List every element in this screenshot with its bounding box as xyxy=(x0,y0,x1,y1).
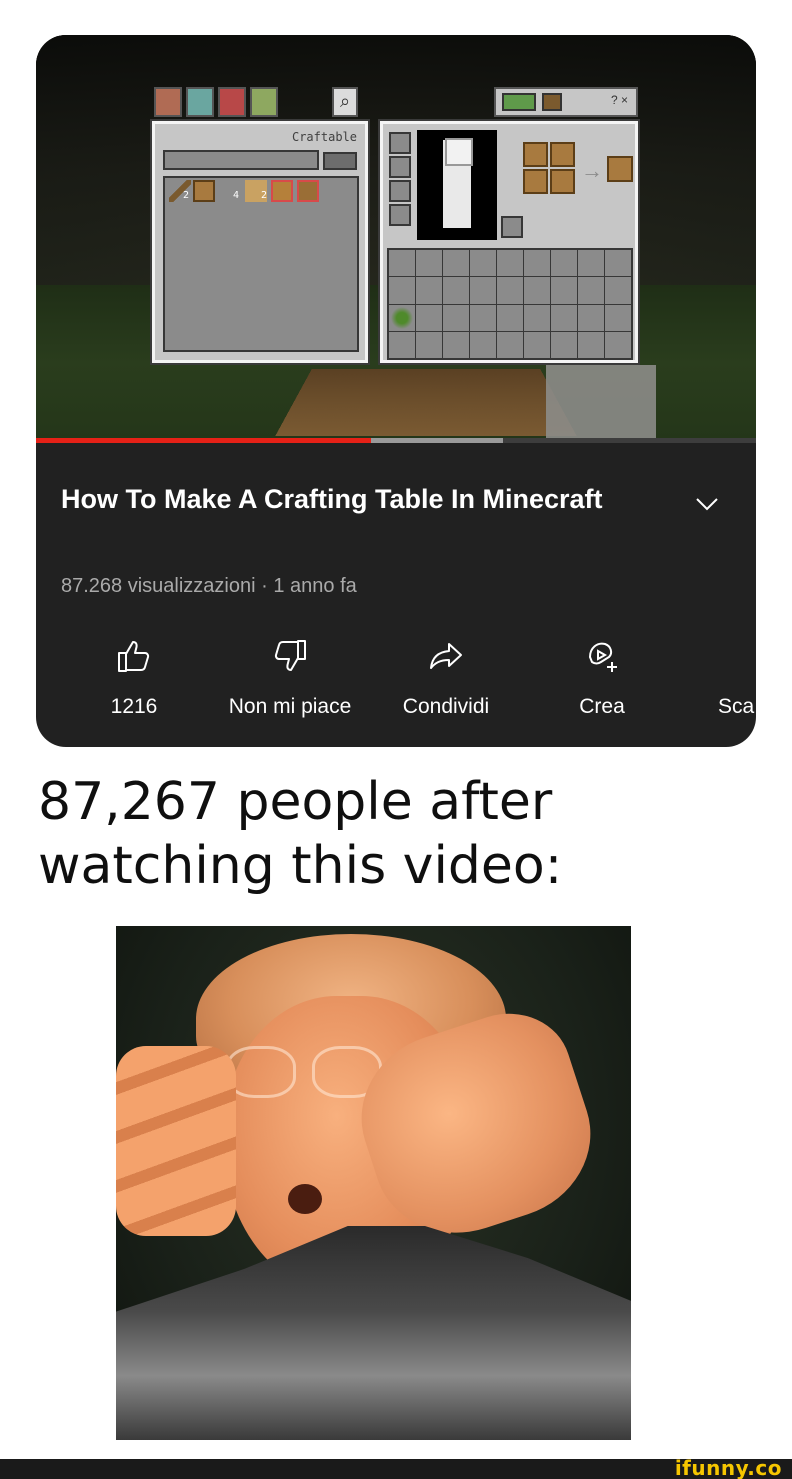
dislike-button[interactable]: Non mi piace xyxy=(210,635,370,719)
minecraft-creative-tabs: ⌕ xyxy=(154,87,358,117)
recipe-slots: 2 4 2 xyxy=(163,176,359,352)
like-count: 1216 xyxy=(110,695,158,718)
slot-count: 4 xyxy=(233,190,240,201)
craftable-toggle xyxy=(323,152,357,170)
create-icon xyxy=(588,642,617,672)
download-button[interactable]: Sca xyxy=(678,635,756,719)
slot-count: 2 xyxy=(183,190,190,201)
crafting-table-item-icon xyxy=(193,180,215,202)
video-meta: 87.268 visualizzazioni · 1 anno fa xyxy=(61,575,357,597)
reaction-left-hand xyxy=(116,1046,236,1236)
crafting-table-result-icon xyxy=(607,156,633,182)
offhand-slot-icon xyxy=(501,216,523,238)
armor-slots xyxy=(389,132,411,228)
misc-tab-icon xyxy=(250,87,278,117)
caption-line-1: 87,267 people after xyxy=(38,772,553,832)
video-title[interactable]: How To Make A Crafting Table In Minecraf… xyxy=(61,477,621,521)
tools-tab-icon xyxy=(186,87,214,117)
download-label: Sca xyxy=(718,695,755,718)
action-bar: 1216 Non mi piace Condividi Crea Sca xyxy=(36,635,756,735)
thumbnail-dirt-path xyxy=(275,369,577,437)
helmet-slot-icon xyxy=(389,132,411,154)
reaction-shirt xyxy=(116,1226,631,1440)
caption-line-2: watching this video: xyxy=(38,836,563,896)
create-button[interactable]: Crea xyxy=(522,635,682,719)
player-preview xyxy=(417,130,497,240)
mind-blown-reaction-image xyxy=(116,926,631,1440)
redstone-tab-icon xyxy=(218,87,246,117)
plank-slot xyxy=(550,169,575,194)
plank-slot xyxy=(550,142,575,167)
thumbnail-stone-block xyxy=(546,365,656,441)
chestplate-slot-icon xyxy=(389,156,411,178)
plank-slot xyxy=(523,169,548,194)
barrel-item-icon xyxy=(297,180,319,202)
gui-close-text: ? × xyxy=(610,93,628,107)
crafting-grid xyxy=(523,142,575,194)
sapling-item-icon xyxy=(389,304,415,331)
player-skin xyxy=(443,138,473,228)
slot-count: 2 xyxy=(261,190,268,201)
like-button[interactable]: 1216 xyxy=(54,635,214,719)
ifunny-watermark: ifunny.co xyxy=(674,1456,782,1479)
leggings-slot-icon xyxy=(389,180,411,202)
video-thumbnail[interactable]: ⌕ ? × Craftable 2 4 2 → xyxy=(36,35,756,441)
chevron-down-icon[interactable] xyxy=(691,488,723,520)
gui-title: Craftable xyxy=(291,130,357,144)
share-icon xyxy=(430,643,462,669)
boots-slot-icon xyxy=(389,204,411,226)
youtube-video-card: ⌕ ? × Craftable 2 4 2 → How To Make A Cr… xyxy=(36,35,756,747)
crafting-arrow-icon: → xyxy=(581,158,603,183)
minecraft-recipe-book-panel: Craftable 2 4 2 xyxy=(150,119,370,365)
bricks-tab-icon xyxy=(154,87,182,117)
recipe-book-icon xyxy=(502,93,536,111)
like-icon xyxy=(118,641,150,672)
share-label: Condividi xyxy=(402,695,490,718)
dislike-icon xyxy=(274,640,306,671)
dislike-label: Non mi piace xyxy=(228,695,352,718)
reaction-mouth xyxy=(288,1184,322,1214)
inventory-grid xyxy=(387,248,633,360)
crafting-tab-icon xyxy=(542,93,562,111)
download-icon xyxy=(754,635,756,677)
share-button[interactable]: Condividi xyxy=(366,635,526,719)
chest-item-icon xyxy=(271,180,293,202)
plank-slot xyxy=(523,142,548,167)
create-label: Crea xyxy=(579,695,625,718)
reaction-glasses-left xyxy=(226,1046,296,1098)
minecraft-recipe-tabs: ? × xyxy=(494,87,638,117)
video-progress-bar[interactable] xyxy=(36,438,756,443)
progress-played xyxy=(36,438,371,443)
search-tab-icon: ⌕ xyxy=(332,87,358,117)
meme-caption: 87,267 people after watching this video: xyxy=(38,770,758,898)
footer-bar: ifunny.co xyxy=(0,1456,792,1479)
recipe-search-bar xyxy=(163,150,319,170)
minecraft-inventory-panel: → xyxy=(378,119,640,365)
